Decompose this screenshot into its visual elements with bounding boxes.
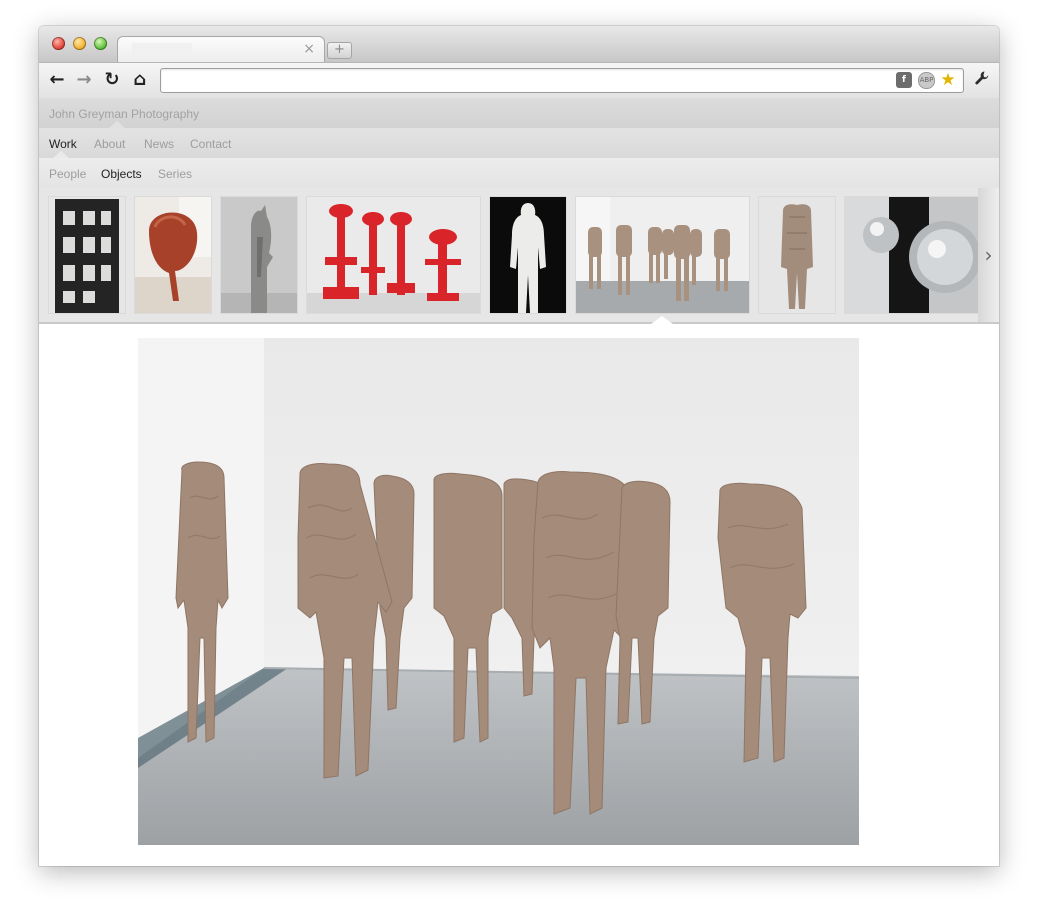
browser-tab[interactable]: ×: [117, 36, 325, 63]
nav-caret: [53, 151, 69, 158]
tab-title: [132, 43, 192, 55]
title-bar: × +: [39, 26, 999, 63]
thumb-red-stands-sculpture[interactable]: [307, 197, 480, 313]
thumb-white-silhouette[interactable]: [490, 197, 566, 313]
thumb-single-headless-figure[interactable]: [759, 197, 835, 313]
thumb-chrome-spheres[interactable]: [845, 197, 985, 313]
new-tab-button[interactable]: +: [327, 42, 352, 59]
forward-icon[interactable]: →: [74, 70, 94, 90]
main-nav: Work About News Contact: [39, 121, 999, 159]
tab-close-icon[interactable]: ×: [303, 41, 315, 57]
nav-item-contact[interactable]: Contact: [190, 137, 231, 151]
minimize-window-button[interactable]: [73, 37, 86, 50]
thumb-grey-figure-sculpture[interactable]: [221, 197, 297, 313]
address-bar[interactable]: f ABP ★: [160, 68, 964, 93]
nav-item-news[interactable]: News: [144, 137, 174, 151]
close-window-button[interactable]: [52, 37, 65, 50]
strip-next-icon[interactable]: ›: [978, 188, 999, 322]
flash-extension-icon[interactable]: f: [896, 72, 912, 88]
nav-item-objects[interactable]: Objects: [101, 167, 142, 181]
settings-wrench-icon[interactable]: [972, 70, 992, 90]
thumb-dark-grid-sculpture[interactable]: [49, 197, 125, 313]
browser-toolbar: ← → ↻ ⌂ f ABP ★: [39, 62, 999, 99]
nav-item-about[interactable]: About: [94, 137, 125, 151]
back-icon[interactable]: ←: [47, 70, 67, 90]
home-icon[interactable]: ⌂: [130, 70, 150, 90]
nav-item-people[interactable]: People: [49, 167, 86, 181]
main-content: [39, 324, 999, 866]
sub-nav: People Objects Series: [39, 151, 999, 189]
browser-window: × + ← → ↻ ⌂ f ABP ★ John Greyman Photogr…: [39, 26, 999, 866]
site-title-bar: John Greyman Photography: [39, 98, 999, 129]
zoom-window-button[interactable]: [94, 37, 107, 50]
nav-caret: [109, 121, 125, 128]
site-title[interactable]: John Greyman Photography: [49, 107, 199, 121]
thumb-headless-figures-gallery[interactable]: [576, 197, 749, 313]
selected-thumb-caret: [651, 316, 673, 324]
nav-item-series[interactable]: Series: [158, 167, 192, 181]
reload-icon[interactable]: ↻: [102, 70, 122, 90]
main-photo-headless-figures: [138, 338, 859, 845]
wrench-icon: [975, 71, 989, 85]
adblock-extension-icon[interactable]: ABP: [918, 72, 935, 89]
thumb-red-head-sculpture[interactable]: [135, 197, 211, 313]
thumbnail-strip: ›: [39, 188, 999, 324]
bookmark-star-icon[interactable]: ★: [940, 72, 956, 89]
nav-item-work[interactable]: Work: [49, 137, 77, 151]
